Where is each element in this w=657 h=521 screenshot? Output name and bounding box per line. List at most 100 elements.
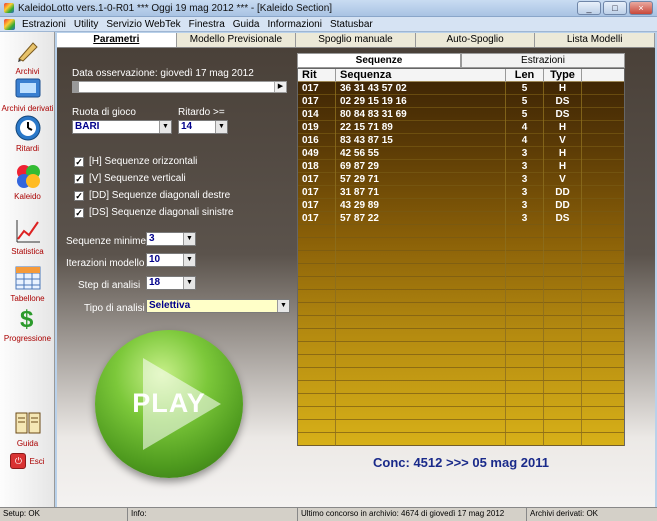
check-label: [DS] Sequenze diagonali sinistre bbox=[89, 207, 234, 218]
menu-estrazioni[interactable]: Estrazioni bbox=[18, 19, 70, 30]
checkbox[interactable]: ✓ bbox=[74, 207, 84, 218]
menu-app-icon[interactable] bbox=[4, 18, 15, 30]
ruota-select[interactable]: BARI ▼ bbox=[72, 120, 172, 134]
table-row[interactable]: 018 69 87 29 3 H bbox=[298, 160, 624, 173]
checkbox[interactable]: ✓ bbox=[74, 173, 84, 184]
clock-icon bbox=[13, 114, 43, 142]
menu-servizio-webtek[interactable]: Servizio WebTek bbox=[102, 19, 184, 30]
sidebar-item-statistica[interactable]: Statistica bbox=[0, 217, 55, 256]
table-cell bbox=[544, 329, 582, 342]
sidebar-item-progressione[interactable]: $ Progressione bbox=[0, 304, 55, 343]
table-row[interactable]: 019 22 15 71 89 4 H bbox=[298, 121, 624, 134]
slider-right-arrow-icon[interactable]: ▶ bbox=[274, 82, 286, 92]
menu-informazioni[interactable]: Informazioni bbox=[263, 19, 325, 30]
maximize-button[interactable]: □ bbox=[603, 1, 627, 15]
chevron-down-icon[interactable]: ▼ bbox=[183, 254, 195, 266]
chevron-down-icon[interactable]: ▼ bbox=[215, 121, 227, 133]
play-button[interactable]: PLAY bbox=[95, 330, 243, 478]
table-row[interactable]: 017 36 31 43 57 02 5 H bbox=[298, 82, 624, 95]
checkbox[interactable]: ✓ bbox=[74, 156, 84, 167]
table-row[interactable]: 014 80 84 83 31 69 5 DS bbox=[298, 108, 624, 121]
table-cell bbox=[544, 420, 582, 433]
empty-row[interactable] bbox=[298, 342, 624, 355]
empty-row[interactable] bbox=[298, 420, 624, 433]
tipo-label: Tipo di analisi bbox=[84, 303, 145, 314]
sidebar-item-kaleido[interactable]: Kaleido bbox=[0, 162, 55, 201]
sidebar-item-tabellone[interactable]: Tabellone bbox=[0, 264, 55, 303]
table-row[interactable]: 049 42 56 55 3 H bbox=[298, 147, 624, 160]
check-label: [DD] Sequenze diagonali destre bbox=[89, 190, 231, 201]
chevron-down-icon[interactable]: ▼ bbox=[159, 121, 171, 133]
empty-row[interactable] bbox=[298, 329, 624, 342]
step-select[interactable]: 18 ▼ bbox=[146, 276, 196, 290]
table-cell: 31 87 71 bbox=[336, 186, 506, 199]
empty-row[interactable] bbox=[298, 225, 624, 238]
menu-statusbar[interactable]: Statusbar bbox=[326, 19, 377, 30]
seq-min-select[interactable]: 3 ▼ bbox=[146, 232, 196, 246]
check-vertical[interactable]: ✓ [V] Sequenze verticali bbox=[74, 173, 186, 184]
empty-row[interactable] bbox=[298, 238, 624, 251]
tab-parametri[interactable]: Parametri bbox=[57, 33, 177, 47]
menu-guida[interactable]: Guida bbox=[229, 19, 264, 30]
table-cell: 83 43 87 15 bbox=[336, 134, 506, 147]
tab-auto-spoglio[interactable]: Auto-Spoglio bbox=[416, 33, 536, 47]
table-cell bbox=[298, 394, 336, 407]
table-cell bbox=[544, 225, 582, 238]
table-cell: 42 56 55 bbox=[336, 147, 506, 160]
status-ultimo-concorso: Ultimo concorso in archivio: 4674 di gio… bbox=[298, 508, 527, 521]
empty-row[interactable] bbox=[298, 407, 624, 420]
table-row[interactable]: 017 43 29 89 3 DD bbox=[298, 199, 624, 212]
table-cell bbox=[298, 381, 336, 394]
sidebar-item-esci[interactable]: ⏻ Esci bbox=[0, 453, 55, 469]
tab-modello-previsionale[interactable]: Modello Previsionale bbox=[177, 33, 297, 47]
tab-sequenze[interactable]: Sequenze bbox=[297, 53, 461, 68]
ritardo-select[interactable]: 14 ▼ bbox=[178, 120, 228, 134]
slider-thumb[interactable] bbox=[73, 82, 79, 92]
empty-row[interactable] bbox=[298, 394, 624, 407]
col-sequenza-header[interactable]: Sequenza bbox=[336, 69, 506, 82]
check-diag-destre[interactable]: ✓ [DD] Sequenze diagonali destre bbox=[74, 190, 230, 201]
tab-spoglio-manuale[interactable]: Spoglio manuale bbox=[296, 33, 416, 47]
date-slider[interactable]: ▶ bbox=[72, 81, 287, 93]
empty-row[interactable] bbox=[298, 368, 624, 381]
tab-lista-modelli[interactable]: Lista Modelli bbox=[535, 33, 655, 47]
empty-row[interactable] bbox=[298, 316, 624, 329]
tab-estrazioni[interactable]: Estrazioni bbox=[461, 53, 625, 68]
minimize-button[interactable]: _ bbox=[577, 1, 601, 15]
checkbox[interactable]: ✓ bbox=[74, 190, 84, 201]
table-cell: DS bbox=[544, 108, 582, 121]
table-cell: 5 bbox=[506, 108, 544, 121]
table-row[interactable]: 017 57 29 71 3 V bbox=[298, 173, 624, 186]
col-len-header[interactable]: Len bbox=[506, 69, 544, 82]
table-row[interactable]: 017 57 87 22 3 DS bbox=[298, 212, 624, 225]
chevron-down-icon[interactable]: ▼ bbox=[183, 233, 195, 245]
close-button[interactable]: × bbox=[629, 1, 653, 15]
check-horizontal[interactable]: ✓ [H] Sequenze orizzontali bbox=[74, 156, 197, 167]
col-type-header[interactable]: Type bbox=[544, 69, 582, 82]
sidebar-item-archivi-derivati[interactable]: Archivi derivati bbox=[0, 74, 55, 113]
sidebar-item-archivi[interactable]: Archivi bbox=[0, 37, 55, 76]
col-rit-header[interactable]: Rit bbox=[298, 69, 336, 82]
check-diag-sinistre[interactable]: ✓ [DS] Sequenze diagonali sinistre bbox=[74, 207, 234, 218]
table-row[interactable]: 017 02 29 15 19 16 5 DS bbox=[298, 95, 624, 108]
empty-row[interactable] bbox=[298, 303, 624, 316]
empty-row[interactable] bbox=[298, 290, 624, 303]
empty-row[interactable] bbox=[298, 264, 624, 277]
empty-row[interactable] bbox=[298, 381, 624, 394]
table-row[interactable]: 016 83 43 87 15 4 V bbox=[298, 134, 624, 147]
empty-row[interactable] bbox=[298, 277, 624, 290]
sidebar-item-guida[interactable]: Guida bbox=[0, 409, 55, 448]
iter-select[interactable]: 10 ▼ bbox=[146, 253, 196, 267]
sidebar-item-ritardi[interactable]: Ritardi bbox=[0, 114, 55, 153]
chevron-down-icon[interactable]: ▼ bbox=[277, 300, 289, 312]
table-cell: 57 29 71 bbox=[336, 173, 506, 186]
empty-row[interactable] bbox=[298, 433, 624, 446]
tipo-select[interactable]: Selettiva ▼ bbox=[146, 299, 290, 313]
empty-row[interactable] bbox=[298, 251, 624, 264]
tipo-value: Selettiva bbox=[149, 300, 191, 311]
chevron-down-icon[interactable]: ▼ bbox=[183, 277, 195, 289]
empty-row[interactable] bbox=[298, 355, 624, 368]
menu-finestra[interactable]: Finestra bbox=[185, 19, 229, 30]
table-row[interactable]: 017 31 87 71 3 DD bbox=[298, 186, 624, 199]
menu-utility[interactable]: Utility bbox=[70, 19, 102, 30]
